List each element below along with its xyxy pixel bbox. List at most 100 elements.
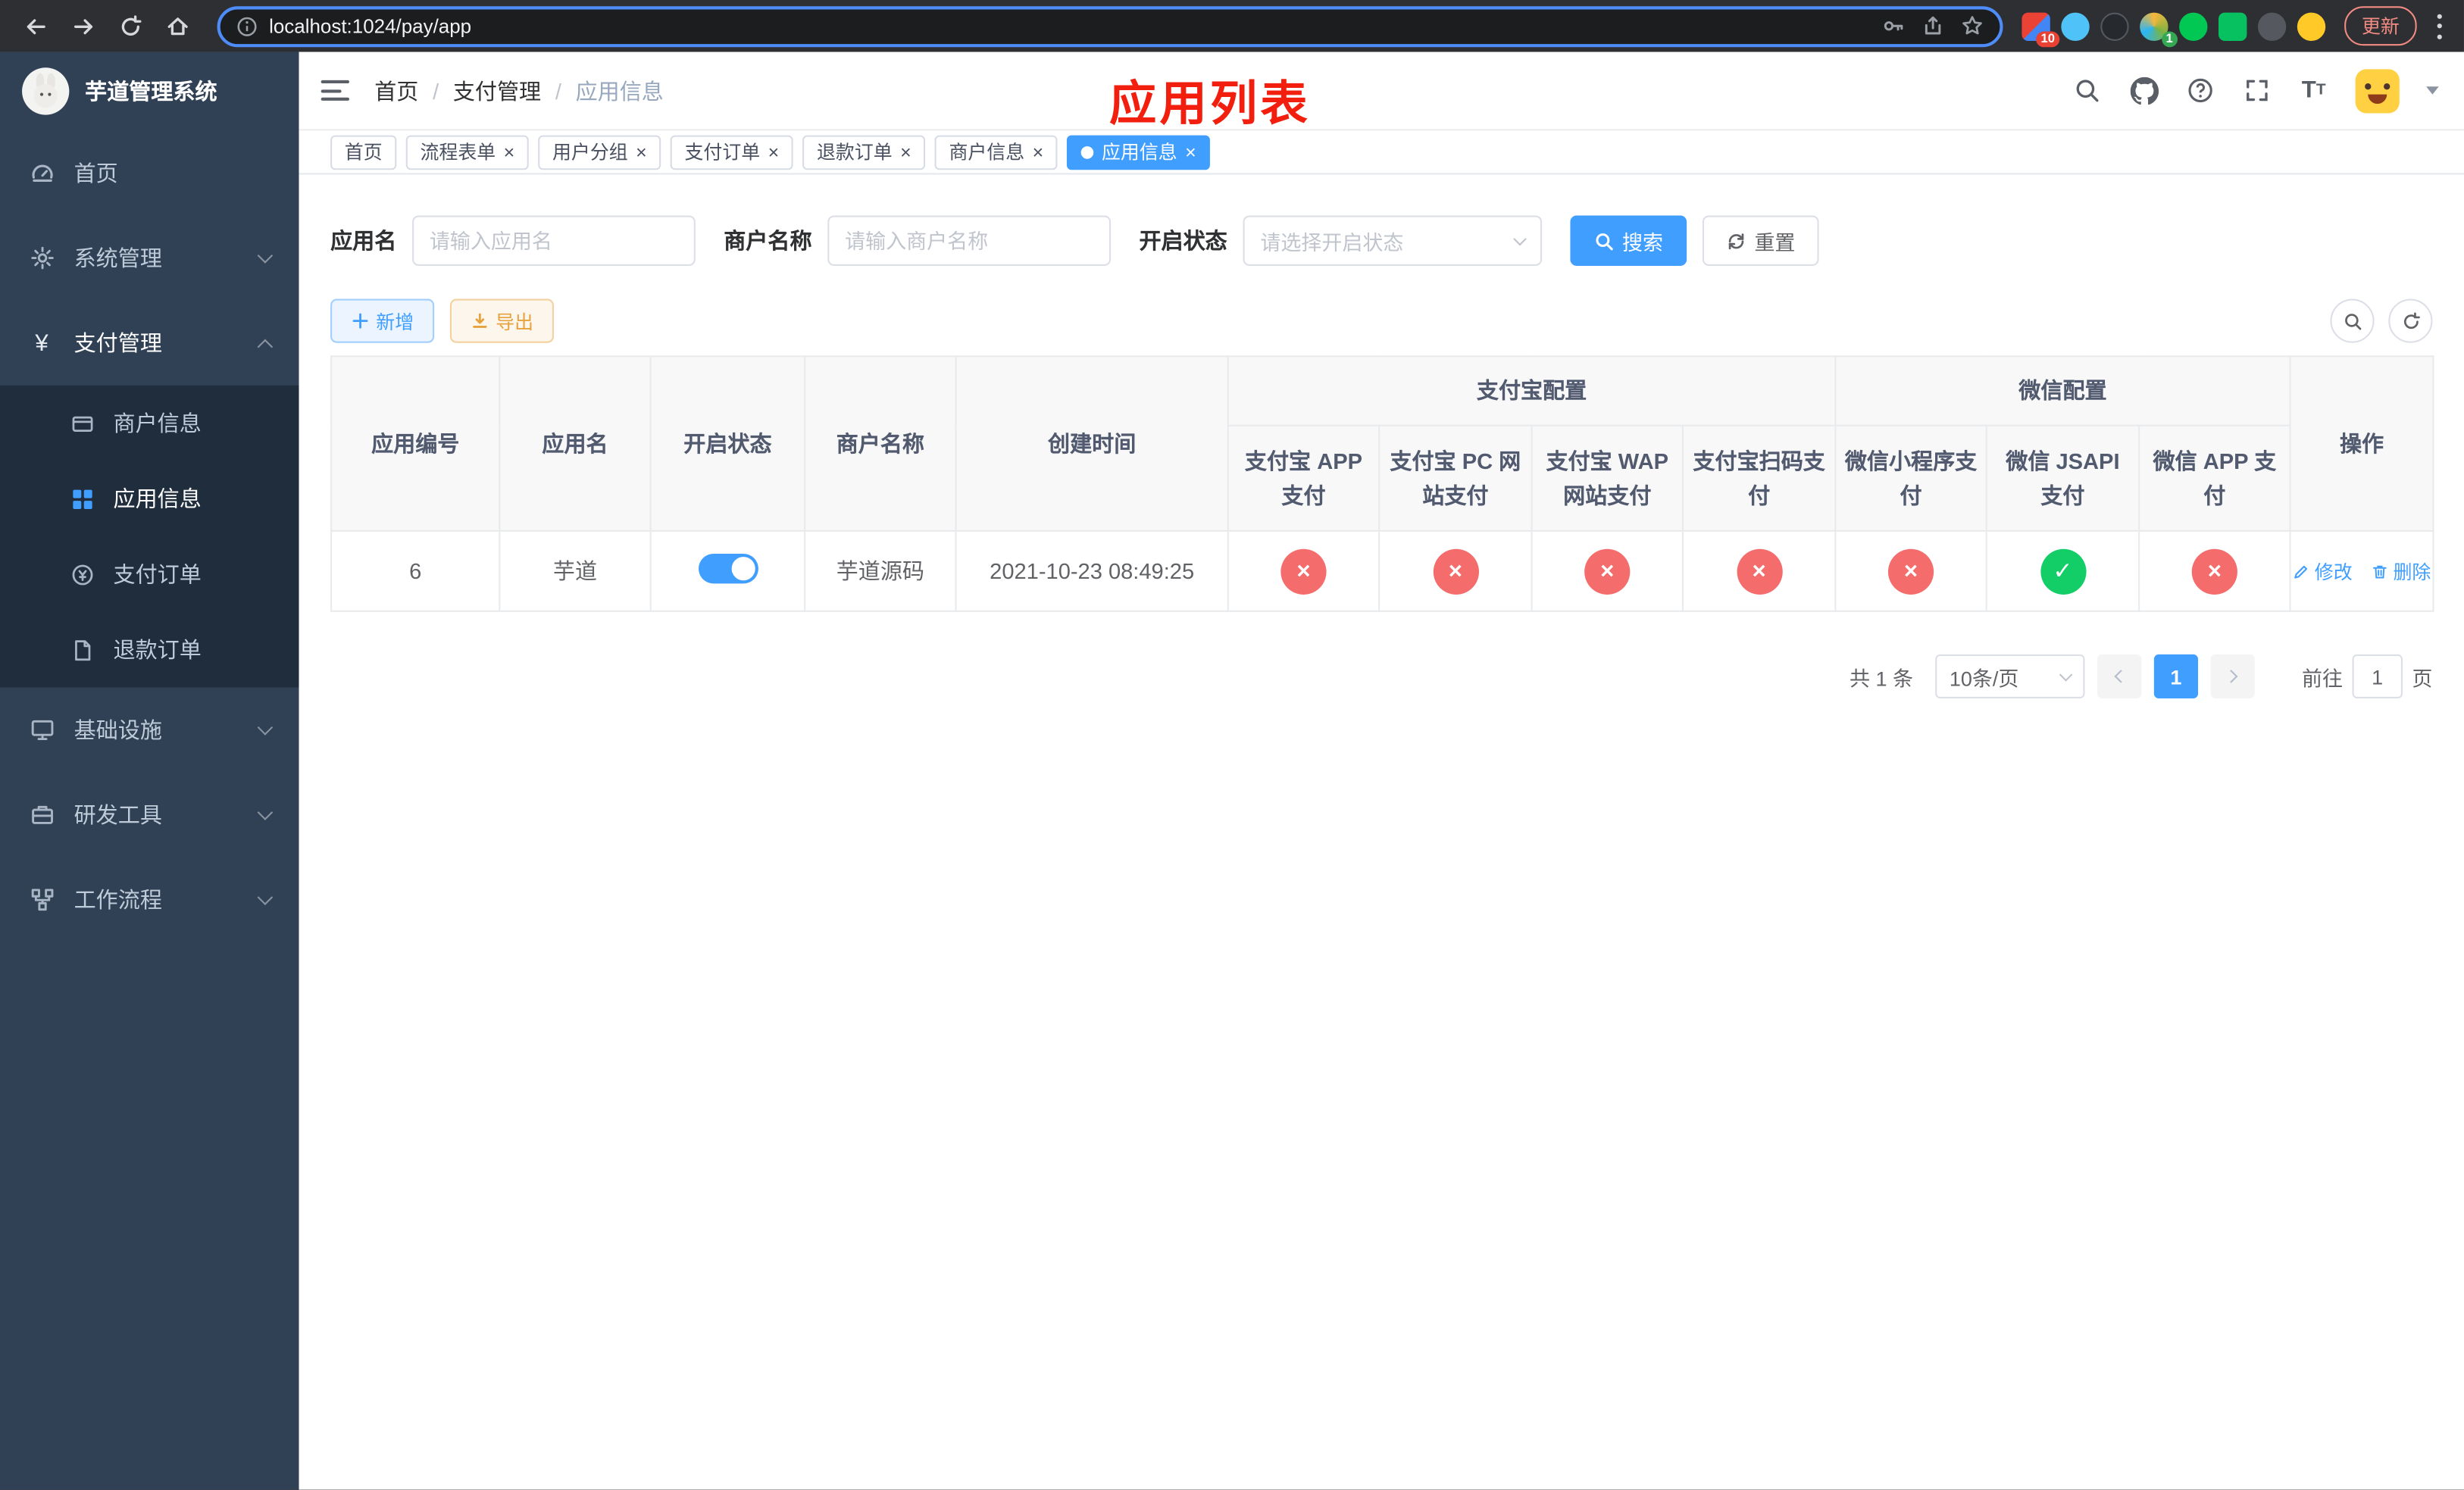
goto-page-input[interactable] [2352, 654, 2403, 699]
user-menu-caret-icon[interactable] [2426, 86, 2439, 95]
next-page-button[interactable] [2210, 654, 2255, 699]
export-button[interactable]: 导出 [449, 298, 555, 343]
merchant-name-label: 商户名称 [724, 228, 812, 254]
wechat-extension-icon[interactable] [2218, 11, 2247, 40]
site-info-icon[interactable] [236, 15, 258, 37]
col-header-alipay-qr: 支付宝扫码支付 [1681, 424, 1837, 532]
sidebar-item-infra[interactable]: 基础设施 [0, 687, 299, 772]
close-icon[interactable]: × [1185, 142, 1196, 161]
yen-icon: ¥ [35, 330, 48, 357]
breadcrumb-home[interactable]: 首页 [374, 75, 418, 107]
url-text[interactable]: localhost:1024/pay/app [269, 15, 1881, 37]
page-content: 应用名 商户名称 开启状态 请选择开启状态 搜索 重置 [299, 174, 2464, 1490]
fullscreen-icon[interactable] [2242, 76, 2272, 105]
breadcrumb-payment[interactable]: 支付管理 [453, 75, 541, 107]
extension-icon[interactable] [2100, 11, 2129, 40]
share-icon[interactable] [1921, 14, 1944, 38]
gear-icon [28, 245, 55, 271]
search-icon[interactable] [2072, 76, 2102, 105]
extensions-strip: 10 1 [2022, 11, 2326, 47]
sidebar-item-payment[interactable]: ¥ 支付管理 [0, 301, 299, 386]
sidebar-item-label: 应用信息 [113, 486, 202, 511]
app-table: 应用编号 应用名 开启状态 商户名称 创建时间 支付宝配置 微信配置 操作 支付… [330, 355, 2434, 612]
extension-icon[interactable] [2061, 11, 2090, 40]
tab-user-group[interactable]: 用户分组 × [538, 134, 661, 170]
add-button[interactable]: 新增 [330, 298, 435, 343]
page-size-select[interactable]: 10条/页 [1935, 654, 2085, 699]
sidebar-item-label: 商户信息 [113, 410, 202, 436]
refresh-button[interactable] [2388, 298, 2433, 343]
profile-avatar-icon[interactable] [2297, 11, 2326, 40]
sidebar-item-label: 退款订单 [113, 637, 202, 663]
merchant-name-input[interactable] [827, 215, 1112, 266]
sidebar: 芋道管理系统 首页 系统管理 ¥ 支付管理 商户信息 应用信息 支付订单 退款订… [0, 52, 299, 1490]
sidebar-item-pay-order[interactable]: 支付订单 [0, 536, 299, 612]
dashboard-icon [28, 160, 55, 186]
col-header-wx-mini: 微信小程序支付 [1834, 424, 1987, 532]
app-name-input[interactable] [412, 215, 696, 266]
close-icon[interactable]: × [768, 142, 780, 161]
close-icon[interactable]: × [504, 142, 515, 161]
browser-home-button[interactable] [158, 5, 199, 46]
address-bar[interactable]: localhost:1024/pay/app [217, 5, 2003, 47]
chevron-down-icon [257, 804, 274, 820]
close-icon[interactable]: × [900, 142, 911, 161]
extension-icon[interactable] [2179, 11, 2208, 40]
extension-badge: 10 [2036, 30, 2060, 47]
table-toolbar: 新增 导出 [330, 298, 2433, 343]
cell-app-name: 芋道 [499, 529, 652, 612]
profile-extension-icon[interactable]: 1 [2140, 11, 2178, 47]
sidebar-item-refund-order[interactable]: 退款订单 [0, 612, 299, 688]
workflow-icon [28, 886, 55, 913]
app-logo[interactable]: 芋道管理系统 [0, 52, 299, 131]
sidebar-item-label: 系统管理 [73, 245, 162, 271]
browser-back-button[interactable] [16, 5, 57, 46]
password-key-icon[interactable] [1882, 14, 1906, 38]
sidebar-item-merchant-info[interactable]: 商户信息 [0, 386, 299, 461]
sidebar-item-devtools[interactable]: 研发工具 [0, 773, 299, 857]
sidebar-item-workflow[interactable]: 工作流程 [0, 857, 299, 942]
extension-icon[interactable]: 10 [2022, 11, 2060, 47]
font-size-icon[interactable]: TT [2299, 76, 2328, 105]
browser-menu-icon[interactable] [2436, 13, 2442, 39]
help-icon[interactable] [2185, 76, 2215, 105]
channel-status-icon: ✓ [2040, 548, 2086, 594]
close-icon[interactable]: × [1033, 142, 1044, 161]
sidebar-item-home[interactable]: 首页 [0, 130, 299, 215]
bookmark-star-icon[interactable] [1960, 14, 1984, 38]
prev-page-button[interactable] [2097, 654, 2142, 699]
close-icon[interactable]: × [636, 142, 647, 161]
sidebar-item-app-info[interactable]: 应用信息 [0, 461, 299, 536]
search-button[interactable]: 搜索 [1570, 215, 1687, 266]
edit-link[interactable]: 修改 [2293, 558, 2353, 584]
sidebar-toggle-icon[interactable] [321, 75, 353, 107]
show-search-button[interactable] [2330, 298, 2375, 343]
tab-process-form[interactable]: 流程表单 × [405, 134, 529, 170]
chevron-down-icon [257, 889, 274, 905]
browser-forward-button[interactable] [63, 5, 104, 46]
tab-app-info[interactable]: 应用信息 × [1067, 134, 1211, 170]
col-header-wx-jsapi: 微信 JSAPI 支付 [1985, 424, 2140, 532]
current-page-button[interactable]: 1 [2153, 654, 2198, 699]
github-icon[interactable] [2129, 76, 2159, 105]
status-toggle[interactable] [697, 553, 758, 584]
channel-status-icon: × [1584, 548, 1631, 594]
extension-badge: 1 [2161, 30, 2178, 47]
pagination: 共 1 条 10条/页 1 前往 页 [330, 654, 2432, 699]
sidebar-item-system[interactable]: 系统管理 [0, 215, 299, 300]
sidebar-item-label: 基础设施 [73, 717, 162, 743]
user-avatar[interactable] [2355, 68, 2400, 113]
status-select[interactable]: 请选择开启状态 [1243, 215, 1543, 266]
chrome-update-button[interactable]: 更新 [2344, 6, 2417, 46]
reset-button[interactable]: 重置 [1702, 215, 1819, 266]
browser-reload-button[interactable] [110, 5, 151, 46]
tab-merchant-info[interactable]: 商户信息 × [934, 134, 1058, 170]
tab-home[interactable]: 首页 [330, 134, 397, 170]
delete-link[interactable]: 删除 [2371, 558, 2431, 584]
goto-prefix: 前往 [2302, 666, 2344, 690]
extension-icon[interactable] [2257, 11, 2287, 40]
cell-merchant: 芋道源码 [804, 529, 957, 612]
tab-refund-order[interactable]: 退款订单 × [802, 134, 926, 170]
tab-pay-order[interactable]: 支付订单 × [670, 134, 793, 170]
logo-avatar-icon [22, 67, 70, 115]
